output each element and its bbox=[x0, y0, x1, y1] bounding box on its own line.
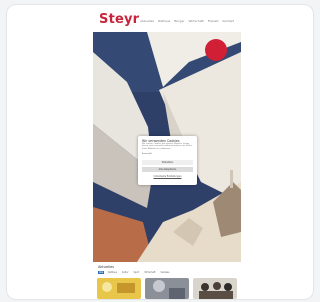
news-thumbnails bbox=[97, 278, 237, 299]
nav-item[interactable]: Aktuelles bbox=[140, 19, 154, 23]
badge-circle bbox=[205, 39, 227, 61]
accept-all-button[interactable]: Alle akzeptieren bbox=[142, 167, 193, 172]
nav-item[interactable]: Freizeit bbox=[208, 19, 219, 23]
individual-settings-link[interactable]: Individuelle Einstellungen bbox=[142, 174, 193, 179]
site-logo[interactable]: Steyr bbox=[99, 12, 139, 27]
nav-item[interactable]: Kontakt bbox=[223, 19, 234, 23]
news-thumbnail[interactable] bbox=[193, 278, 237, 299]
preview-card: Steyr Aktuelles Rathaus Bürger Wirtschaf… bbox=[6, 4, 314, 300]
dialog-text: Wir nutzen Cookies auf unserer Website. … bbox=[142, 143, 193, 150]
tab-soziales[interactable]: Soziales bbox=[159, 271, 170, 274]
news-thumbnail[interactable] bbox=[145, 278, 189, 299]
site-header: Steyr Aktuelles Rathaus Bürger Wirtschaf… bbox=[93, 9, 241, 32]
essential-checkbox[interactable]: Essenziell bbox=[142, 153, 152, 155]
tab-rathaus[interactable]: Rathaus bbox=[107, 271, 118, 274]
nav-item[interactable]: Rathaus bbox=[158, 19, 170, 23]
tab-kultur[interactable]: Kultur bbox=[121, 271, 129, 274]
website-screenshot[interactable]: Steyr Aktuelles Rathaus Bürger Wirtschaf… bbox=[93, 9, 241, 299]
section-heading: Aktuelles bbox=[98, 265, 115, 269]
news-thumbnail[interactable] bbox=[97, 278, 141, 299]
tab-sport[interactable]: Sport bbox=[132, 271, 140, 274]
tab-wirtschaft[interactable]: Wirtschaft bbox=[143, 271, 156, 274]
statistics-button[interactable]: Statistiken bbox=[142, 160, 193, 165]
tab-all[interactable]: Alle bbox=[98, 271, 105, 274]
nav-item[interactable]: Wirtschaft bbox=[188, 19, 203, 23]
main-nav: Aktuelles Rathaus Bürger Wirtschaft Frei… bbox=[140, 19, 234, 23]
cookie-consent-dialog: Wir verwenden Cookies Wir nutzen Cookies… bbox=[138, 136, 197, 185]
news-tabs: Alle Rathaus Kultur Sport Wirtschaft Soz… bbox=[98, 271, 170, 274]
nav-item[interactable]: Bürger bbox=[174, 19, 184, 23]
news-section: Aktuelles Alle Rathaus Kultur Sport Wirt… bbox=[93, 262, 241, 299]
